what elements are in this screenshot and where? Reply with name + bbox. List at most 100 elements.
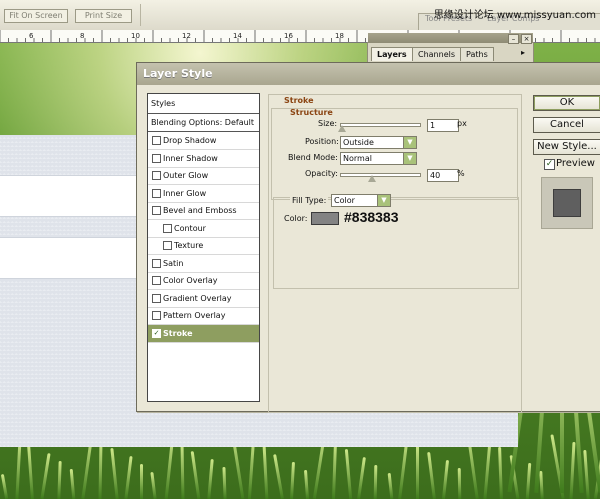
style-checkbox[interactable]	[163, 223, 172, 233]
style-checkbox[interactable]: ✓	[152, 328, 161, 338]
grass-blade	[427, 451, 436, 499]
grass-blade	[457, 467, 462, 499]
style-checkbox[interactable]	[152, 136, 161, 145]
dialog-title[interactable]: Layer Style	[137, 63, 600, 85]
style-checkbox[interactable]	[152, 188, 161, 198]
style-item-contour[interactable]: Contour	[148, 220, 259, 238]
style-item-gradient-overlay[interactable]: Gradient Overlay	[148, 290, 259, 308]
size-slider-thumb[interactable]	[338, 125, 346, 132]
fill-type-select[interactable]: Color ▼	[331, 194, 391, 207]
opacity-slider-thumb[interactable]	[367, 175, 376, 182]
opacity-unit: %	[457, 169, 465, 178]
blending-options-item[interactable]: Blending Options: Default	[148, 114, 259, 132]
style-item-outer-glow[interactable]: Outer Glow	[148, 167, 259, 185]
grass-blade	[273, 454, 284, 499]
tab-paths[interactable]: Paths	[460, 47, 494, 61]
structure-title: Structure	[290, 108, 333, 117]
grass-blade	[190, 451, 201, 499]
size-unit: px	[457, 119, 467, 128]
ruler-label: 16	[284, 32, 293, 40]
grass-blade	[387, 472, 394, 499]
chevron-down-icon[interactable]: ▼	[377, 195, 390, 206]
blend-mode-label: Blend Mode:	[288, 153, 338, 162]
tab-layers[interactable]: Layers	[371, 47, 413, 61]
grass-blade	[373, 464, 378, 499]
style-item-bevel-and-emboss[interactable]: Bevel and Emboss	[148, 202, 259, 220]
tab-channels[interactable]: Channels	[412, 47, 462, 61]
style-checkbox[interactable]	[152, 171, 161, 180]
opacity-slider[interactable]	[340, 173, 421, 177]
ok-button[interactable]: OK	[533, 95, 600, 111]
position-select[interactable]: Outside ▼	[340, 136, 417, 149]
print-size-button[interactable]: Print Size	[75, 9, 132, 23]
grass-blade	[539, 470, 544, 499]
style-item-inner-glow[interactable]: Inner Glow	[148, 185, 259, 203]
grass-blade	[569, 441, 576, 499]
grass-blade	[331, 440, 338, 499]
fill-type-value: Color	[334, 196, 355, 205]
style-item-label: Stroke	[163, 328, 193, 338]
cancel-button[interactable]: Cancel	[533, 117, 600, 133]
style-item-pattern-overlay[interactable]: Pattern Overlay	[148, 307, 259, 325]
opacity-input[interactable]: 40	[427, 169, 459, 182]
style-checkbox[interactable]	[152, 206, 161, 215]
style-item-color-overlay[interactable]: Color Overlay	[148, 272, 259, 290]
style-item-label: Pattern Overlay	[163, 311, 226, 320]
style-checkbox[interactable]	[152, 153, 161, 163]
ruler-label: 6	[29, 32, 34, 40]
grass-blade	[222, 466, 227, 499]
style-item-texture[interactable]: Texture	[148, 237, 259, 255]
style-checkbox[interactable]	[152, 293, 161, 303]
preview-checkbox[interactable]: ✓	[544, 159, 555, 170]
style-item-label: Drop Shadow	[163, 136, 217, 145]
style-item-label: Color Overlay	[163, 276, 218, 285]
style-checkbox[interactable]	[152, 258, 161, 268]
style-item-satin[interactable]: Satin	[148, 255, 259, 273]
style-checkbox[interactable]	[152, 276, 161, 285]
new-style-button[interactable]: New Style...	[533, 139, 600, 155]
style-checkbox[interactable]	[163, 241, 172, 250]
structure-group: Structure Size: 1 px Position: Outside ▼…	[271, 108, 518, 200]
blend-mode-select[interactable]: Normal ▼	[340, 152, 417, 165]
fit-on-screen-button[interactable]: Fit On Screen	[4, 9, 68, 23]
grass-blade	[98, 439, 103, 499]
position-value: Outside	[343, 138, 374, 147]
grass-blade	[69, 468, 76, 499]
style-checkbox[interactable]	[152, 311, 161, 320]
style-item-label: Outer Glow	[163, 171, 209, 180]
watermark: 思缘设计论坛 www.missyuan.com	[433, 10, 596, 21]
close-icon[interactable]: ×	[521, 34, 532, 44]
toolbar-separator	[140, 4, 141, 26]
grass-blade	[207, 458, 214, 499]
fill-type-group: Fill Type: Color ▼ Color: #838383	[273, 194, 519, 289]
ruler-label: 14	[233, 32, 242, 40]
stroke-section-title: Stroke	[284, 96, 314, 105]
style-item-label: Texture	[174, 241, 204, 250]
style-item-label: Bevel and Emboss	[163, 206, 237, 215]
grass-blade	[525, 462, 532, 499]
styles-header[interactable]: Styles	[148, 94, 259, 114]
style-item-drop-shadow[interactable]: Drop Shadow	[148, 132, 259, 150]
blending-options-label: Blending Options: Default	[151, 118, 255, 127]
grass-blade	[290, 461, 295, 499]
grass-blade	[498, 446, 503, 499]
layer-style-dialog: Layer Style Styles Blending Options: Def…	[136, 62, 600, 413]
style-item-label: Inner Shadow	[163, 153, 218, 163]
style-item-stroke[interactable]: ✓ Stroke	[148, 324, 259, 343]
grass-blade	[344, 448, 353, 499]
chevron-down-icon[interactable]: ▼	[403, 137, 416, 148]
style-item-inner-shadow[interactable]: Inner Shadow	[148, 150, 259, 168]
size-input[interactable]: 1	[427, 119, 459, 132]
color-label: Color:	[284, 214, 308, 223]
style-preview-square	[553, 189, 581, 217]
chevron-down-icon[interactable]: ▼	[403, 153, 416, 164]
color-swatch[interactable]	[311, 212, 339, 225]
size-slider[interactable]	[340, 123, 421, 127]
grass-blade	[27, 444, 34, 499]
grass-blade	[57, 460, 62, 499]
options-bar: Fit On Screen Print Size Tool Presets La…	[0, 0, 600, 31]
blend-mode-value: Normal	[343, 154, 372, 163]
grass-blade	[416, 444, 419, 499]
panel-menu-icon[interactable]: ▸	[521, 48, 525, 57]
minimize-icon[interactable]: –	[508, 34, 519, 44]
